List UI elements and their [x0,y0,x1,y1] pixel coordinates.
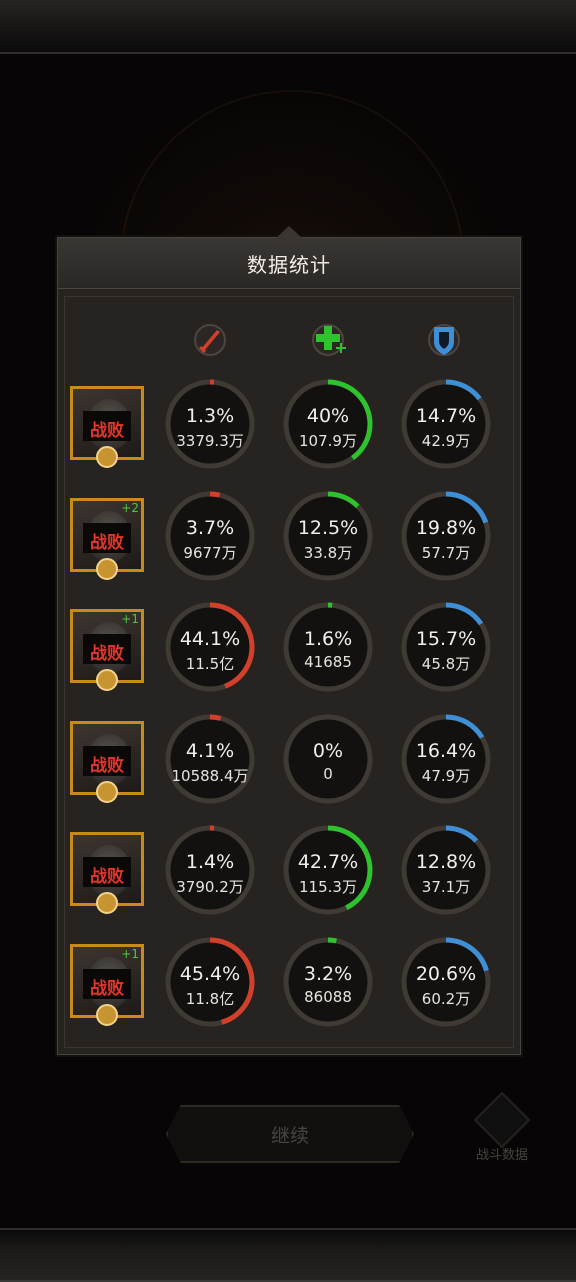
rank-badge-icon [96,669,118,691]
star-plus-label: +1 [121,612,139,626]
stat-ring: 45.4% 11.8亿 [164,936,256,1028]
stat-ring: 1.4% 3790.2万 [164,824,256,916]
stat-ring: 15.7% 45.8万 [400,601,492,693]
stat-value: 86088 [304,988,352,1006]
stat-ring: 44.1% 11.5亿 [164,601,256,693]
stat-percent: 1.6% [303,628,353,650]
stat-ring: 0% 0 [282,713,374,805]
stat-ring: 16.4% 47.9万 [400,713,492,805]
stat-percent: 20.6% [415,963,477,985]
stat-value: 3790.2万 [176,878,244,896]
stat-percent: 19.8% [415,517,477,539]
stat-value: 10588.4万 [171,767,249,785]
stat-percent: 3.7% [185,517,235,539]
stat-percent: 16.4% [415,740,477,762]
defeat-label: 战败 [90,756,124,776]
stat-value: 11.5亿 [185,655,235,673]
shield-icon [424,320,464,360]
stat-value: 41685 [304,653,352,671]
stat-percent: 0% [312,740,344,762]
rank-badge-icon [96,558,118,580]
stat-ring: 4.1% 10588.4万 [164,713,256,805]
attack-sword-icon [190,320,230,360]
stats-row: 战败 +1 44.1% 11.5亿 1.6% 41685 15.7% 45.8万 [66,601,506,697]
panel-header: 数据统计 [58,226,520,289]
stat-percent: 1.3% [185,405,235,427]
stat-ring: 12.8% 37.1万 [400,824,492,916]
stats-row: 战败 +1 45.4% 11.8亿 3.2% 86088 20.6% 60.2万 [66,936,506,1032]
stat-percent: 14.7% [415,405,477,427]
stat-percent: 15.7% [415,628,477,650]
stat-percent: 42.7% [297,851,359,873]
stat-percent: 1.4% [185,851,235,873]
stat-ring: 42.7% 115.3万 [282,824,374,916]
stat-ring: 19.8% 57.7万 [400,490,492,582]
stat-value: 47.9万 [421,767,471,785]
stat-percent: 44.1% [179,628,241,650]
rank-badge-icon [96,892,118,914]
defeat-label: 战败 [90,979,124,999]
stat-percent: 3.2% [303,963,353,985]
stats-row: 战败 1.4% 3790.2万 42.7% 115.3万 12.8% 37.1万 [66,824,506,920]
stat-percent: 45.4% [179,963,241,985]
stat-ring: 1.3% 3379.3万 [164,378,256,470]
rank-badge-icon [96,781,118,803]
stat-value: 57.7万 [421,544,471,562]
stat-ring: 20.6% 60.2万 [400,936,492,1028]
stat-value: 0 [323,765,333,783]
defeat-label: 战败 [90,533,124,553]
star-plus-label: +1 [121,947,139,961]
stat-value: 37.1万 [421,878,471,896]
stat-value: 9677万 [183,544,237,562]
stat-percent: 12.8% [415,851,477,873]
stat-ring: 14.7% 42.9万 [400,378,492,470]
defeat-label: 战败 [90,644,124,664]
heal-cross-icon [308,320,348,360]
star-plus-label: +2 [121,501,139,515]
stat-value: 3379.3万 [176,432,244,450]
stat-value: 60.2万 [421,990,471,1008]
stats-row: 战败 4.1% 10588.4万 0% 0 16.4% 47.9万 [66,713,506,809]
stat-value: 42.9万 [421,432,471,450]
stat-ring: 3.7% 9677万 [164,490,256,582]
defeat-label: 战败 [90,867,124,887]
stat-value: 107.9万 [299,432,357,450]
stat-value: 115.3万 [299,878,357,896]
rank-badge-icon [96,1004,118,1026]
stat-value: 33.8万 [303,544,353,562]
stat-value: 45.8万 [421,655,471,673]
stat-ring: 40% 107.9万 [282,378,374,470]
stat-percent: 4.1% [185,740,235,762]
stat-ring: 3.2% 86088 [282,936,374,1028]
stat-percent: 40% [306,405,350,427]
panel-title: 数据统计 [247,252,331,277]
stat-percent: 12.5% [297,517,359,539]
stat-value: 11.8亿 [185,990,235,1008]
stat-ring: 12.5% 33.8万 [282,490,374,582]
stats-row: 战败 +2 3.7% 9677万 12.5% 33.8万 19.8% 57.7万 [66,490,506,586]
stat-ring: 1.6% 41685 [282,601,374,693]
rank-badge-icon [96,446,118,468]
defeat-label: 战败 [90,421,124,441]
stats-row: 战败 1.3% 3379.3万 40% 107.9万 14.7% 42.9万 [66,378,506,474]
